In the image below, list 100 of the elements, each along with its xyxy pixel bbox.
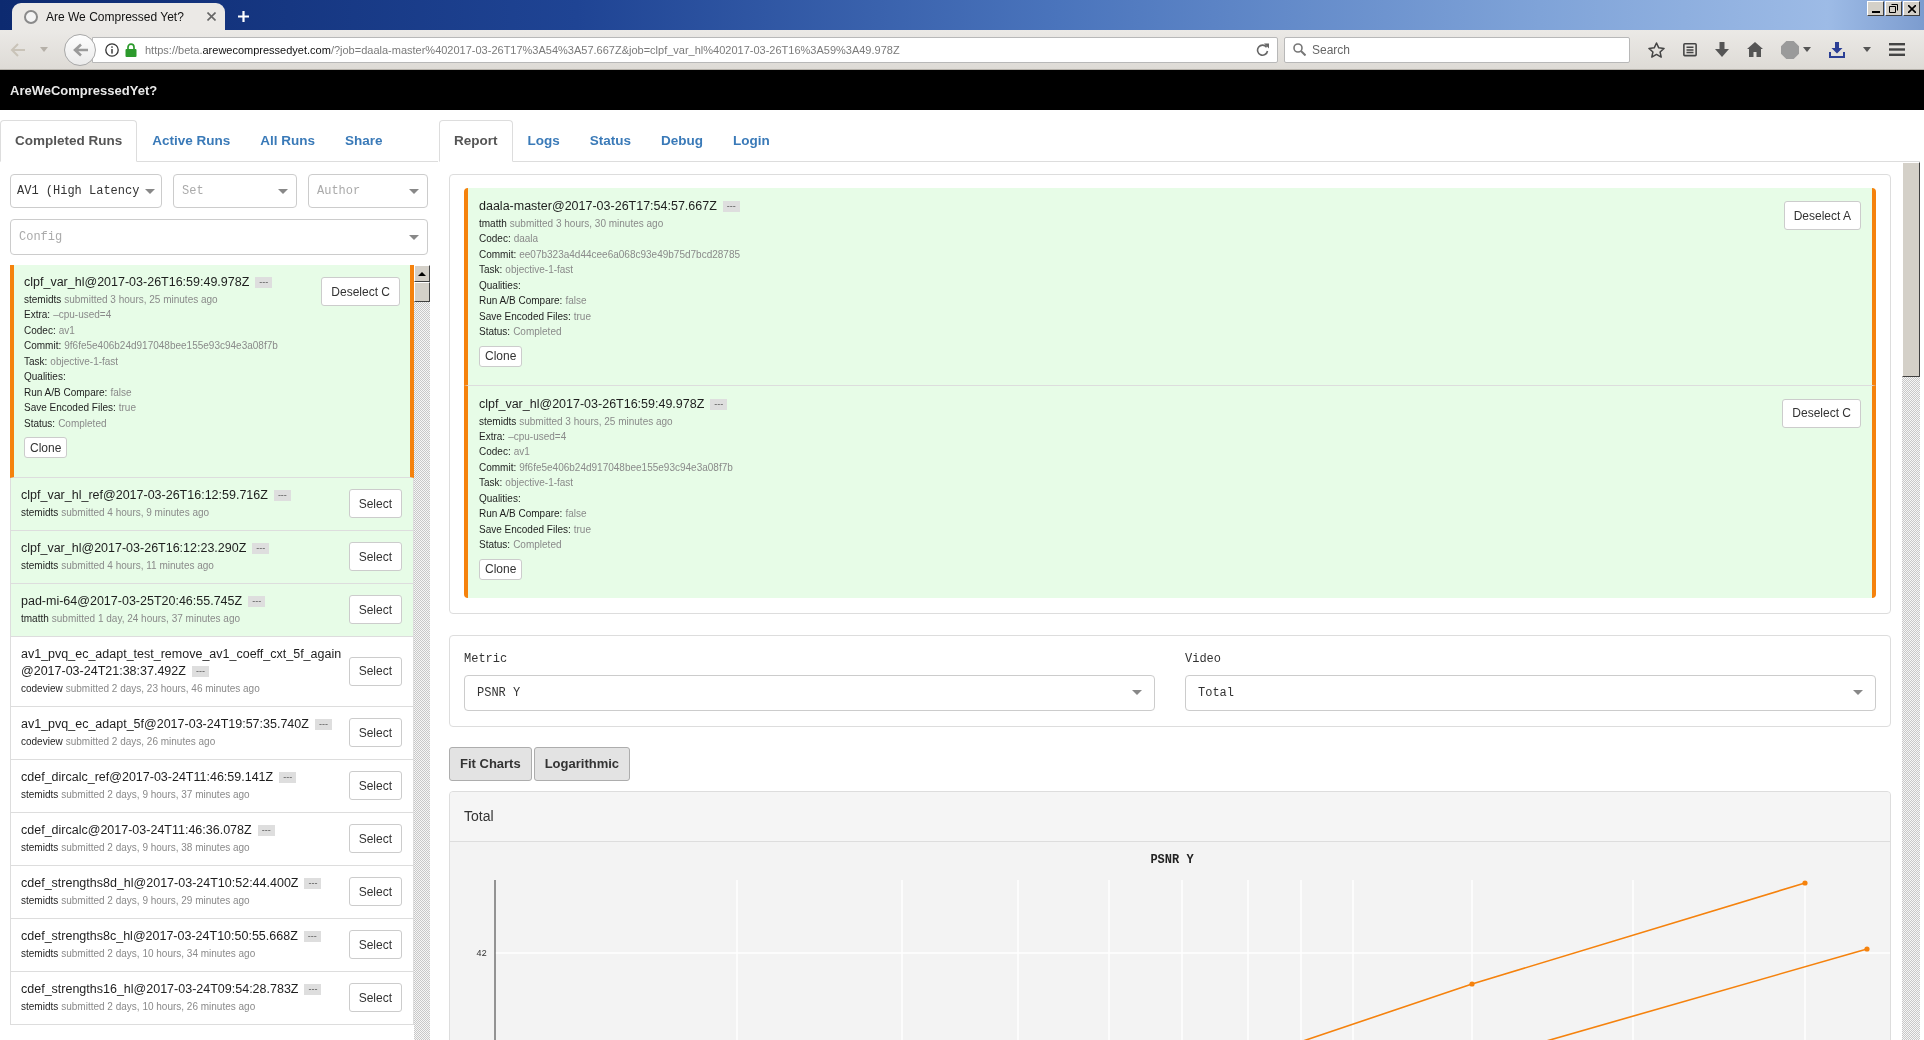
run-submitted-time: submitted 3 hours, 30 minutes ago xyxy=(509,218,664,229)
run-submitted-time: submitted 2 days, 9 hours, 38 minutes ago xyxy=(61,842,250,853)
clone-button[interactable]: Clone xyxy=(479,345,523,367)
search-field[interactable]: Search xyxy=(1284,36,1630,63)
browser-tab[interactable]: Are We Compressed Yet? xyxy=(12,3,225,30)
dropdown[interactable]: PSNR Y xyxy=(464,674,1155,711)
back-icon xyxy=(72,42,88,57)
run-submitted-time: submitted 2 days, 26 minutes ago xyxy=(65,736,216,747)
select-button[interactable]: Select xyxy=(348,489,402,518)
deselect-button[interactable]: Deselect C xyxy=(321,277,400,306)
url-field[interactable]: https://beta.arewecompressedyet.com/?job=daala-master%402017-03-26T17%3A54%3A57.667Z&job=clpf_var_hl%402017-03-26T16%3A59%3A49.978Z xyxy=(92,36,1278,63)
run-submitted-time: submitted 3 hours, 25 minutes ago xyxy=(64,294,218,305)
down-arrow-icon[interactable] xyxy=(1715,42,1729,57)
clone-button[interactable]: Clone xyxy=(24,437,68,458)
caret-icon xyxy=(1853,690,1863,695)
tab[interactable]: All Runs xyxy=(245,120,331,162)
run-author: tmatth xyxy=(21,613,49,624)
detail-label: Status: xyxy=(479,326,511,337)
tab[interactable]: Completed Runs xyxy=(0,120,138,162)
select-button[interactable]: Select xyxy=(348,656,402,686)
run-submitted-time: submitted 2 days, 10 hours, 26 minutes ago xyxy=(61,1001,256,1012)
detail-value: objective-1-fast xyxy=(505,477,574,488)
caret-icon xyxy=(409,188,419,194)
reload-icon[interactable] xyxy=(1256,43,1269,56)
detail-value: –cpu-used=4 xyxy=(508,430,567,442)
run-submitted-time: submitted 4 hours, 11 minutes ago xyxy=(61,560,214,571)
axis-tick-label: 42 xyxy=(476,948,487,959)
detail-value: true xyxy=(118,402,136,413)
tab[interactable]: Report xyxy=(439,120,513,162)
run-author: stemidts xyxy=(21,789,59,800)
scroll-up-button[interactable] xyxy=(414,265,430,282)
restore-button[interactable] xyxy=(1885,1,1902,16)
select-button[interactable]: Select xyxy=(348,771,402,800)
select-button[interactable]: Select xyxy=(348,930,402,959)
detail-label: Codec: xyxy=(24,324,56,336)
tab[interactable]: Login xyxy=(718,120,785,162)
list-icon[interactable] xyxy=(1683,42,1697,57)
run-title: clpf_var_hl@2017-03-26T16:59:49.978Z --- xyxy=(479,395,1779,413)
run-title: clpf_var_hl_ref@2017-03-26T16:12:59.716Z --- xyxy=(21,487,345,504)
plus-icon[interactable] xyxy=(238,11,249,22)
run-submitted-time: submitted 2 days, 10 hours, 34 minutes ago xyxy=(61,948,256,959)
info-icon xyxy=(105,42,119,57)
select-button[interactable]: Select xyxy=(348,877,402,906)
detail-value: Completed xyxy=(513,326,562,337)
detail-value: Completed xyxy=(513,539,562,550)
app-title: AreWeCompressedYet? xyxy=(10,82,158,98)
detail-value: true xyxy=(573,523,591,535)
scrollbar-thumb[interactable] xyxy=(414,282,430,302)
chart-title: PSNR Y xyxy=(1150,852,1194,867)
close-icon[interactable] xyxy=(207,12,216,21)
deselect-button[interactable]: Deselect C xyxy=(1782,398,1861,428)
scrollbar[interactable] xyxy=(414,265,430,1040)
tab[interactable]: Logs xyxy=(512,120,575,162)
chart-option-button[interactable]: Logarithmic xyxy=(533,746,631,781)
detail-label: Qualities: xyxy=(479,492,521,504)
run-author: stemidts xyxy=(21,842,59,853)
detail-value: ee07b323a4d44cee6a068c93e49b75d7bcd28785 xyxy=(519,248,740,260)
clone-button[interactable]: Clone xyxy=(479,558,523,580)
tab[interactable]: Share xyxy=(330,120,398,162)
close-button[interactable] xyxy=(1903,1,1920,16)
detail-label: Save Encoded Files: xyxy=(479,523,571,535)
deselect-button[interactable]: Deselect A xyxy=(1783,201,1861,230)
home-icon[interactable] xyxy=(1747,42,1763,57)
select-button[interactable]: Select xyxy=(348,983,402,1012)
detail-label: Status: xyxy=(479,539,511,550)
select-button[interactable]: Select xyxy=(348,542,402,571)
star-icon[interactable] xyxy=(1648,41,1665,58)
run-submitted-time: submitted 2 days, 9 hours, 29 minutes ago xyxy=(61,895,250,906)
run-author: tmatth xyxy=(479,218,507,229)
menu-icon[interactable] xyxy=(1889,43,1905,56)
detail-label: Task: xyxy=(24,355,48,367)
dropdown[interactable]: AV1 (High Latency xyxy=(10,174,162,208)
detail-value: daala xyxy=(513,233,539,244)
detail-label: Commit: xyxy=(24,340,62,351)
caret-icon[interactable] xyxy=(1863,47,1871,52)
back-button[interactable] xyxy=(64,33,96,66)
detail-label: Task: xyxy=(479,477,503,488)
run-author: stemidts xyxy=(479,415,517,427)
download-tray-icon[interactable] xyxy=(1829,41,1845,58)
run-title: cdef_strengths8d_hl@2017-03-24T10:52:44.400Z --- xyxy=(21,875,345,892)
tab[interactable]: Status xyxy=(574,120,646,162)
select-button[interactable]: Select xyxy=(348,595,402,624)
minimize-button[interactable] xyxy=(1867,1,1884,16)
select-button[interactable]: Select xyxy=(348,718,402,747)
detail-value: av1 xyxy=(58,324,75,336)
detail-label: Commit: xyxy=(479,248,517,260)
run-author: stemidts xyxy=(24,294,62,305)
tab[interactable]: Debug xyxy=(646,120,718,162)
run-submitted-time: submitted 2 days, 23 hours, 46 minutes ago xyxy=(65,683,260,694)
caret-icon[interactable] xyxy=(1803,47,1811,52)
run-title: cdef_strengths8c_hl@2017-03-24T10:50:55.668Z --- xyxy=(21,928,345,945)
field-label: Video xyxy=(1185,650,1222,668)
run-author: codeview xyxy=(21,683,63,694)
chart-option-button[interactable]: Fit Charts xyxy=(449,746,532,781)
select-button[interactable]: Select xyxy=(348,824,402,853)
scrollbar[interactable] xyxy=(1902,162,1920,1040)
dropdown[interactable]: Total xyxy=(1185,674,1876,711)
scrollbar-thumb[interactable] xyxy=(1902,162,1920,377)
detail-value: –cpu-used=4 xyxy=(53,309,112,320)
tab[interactable]: Active Runs xyxy=(137,120,246,162)
